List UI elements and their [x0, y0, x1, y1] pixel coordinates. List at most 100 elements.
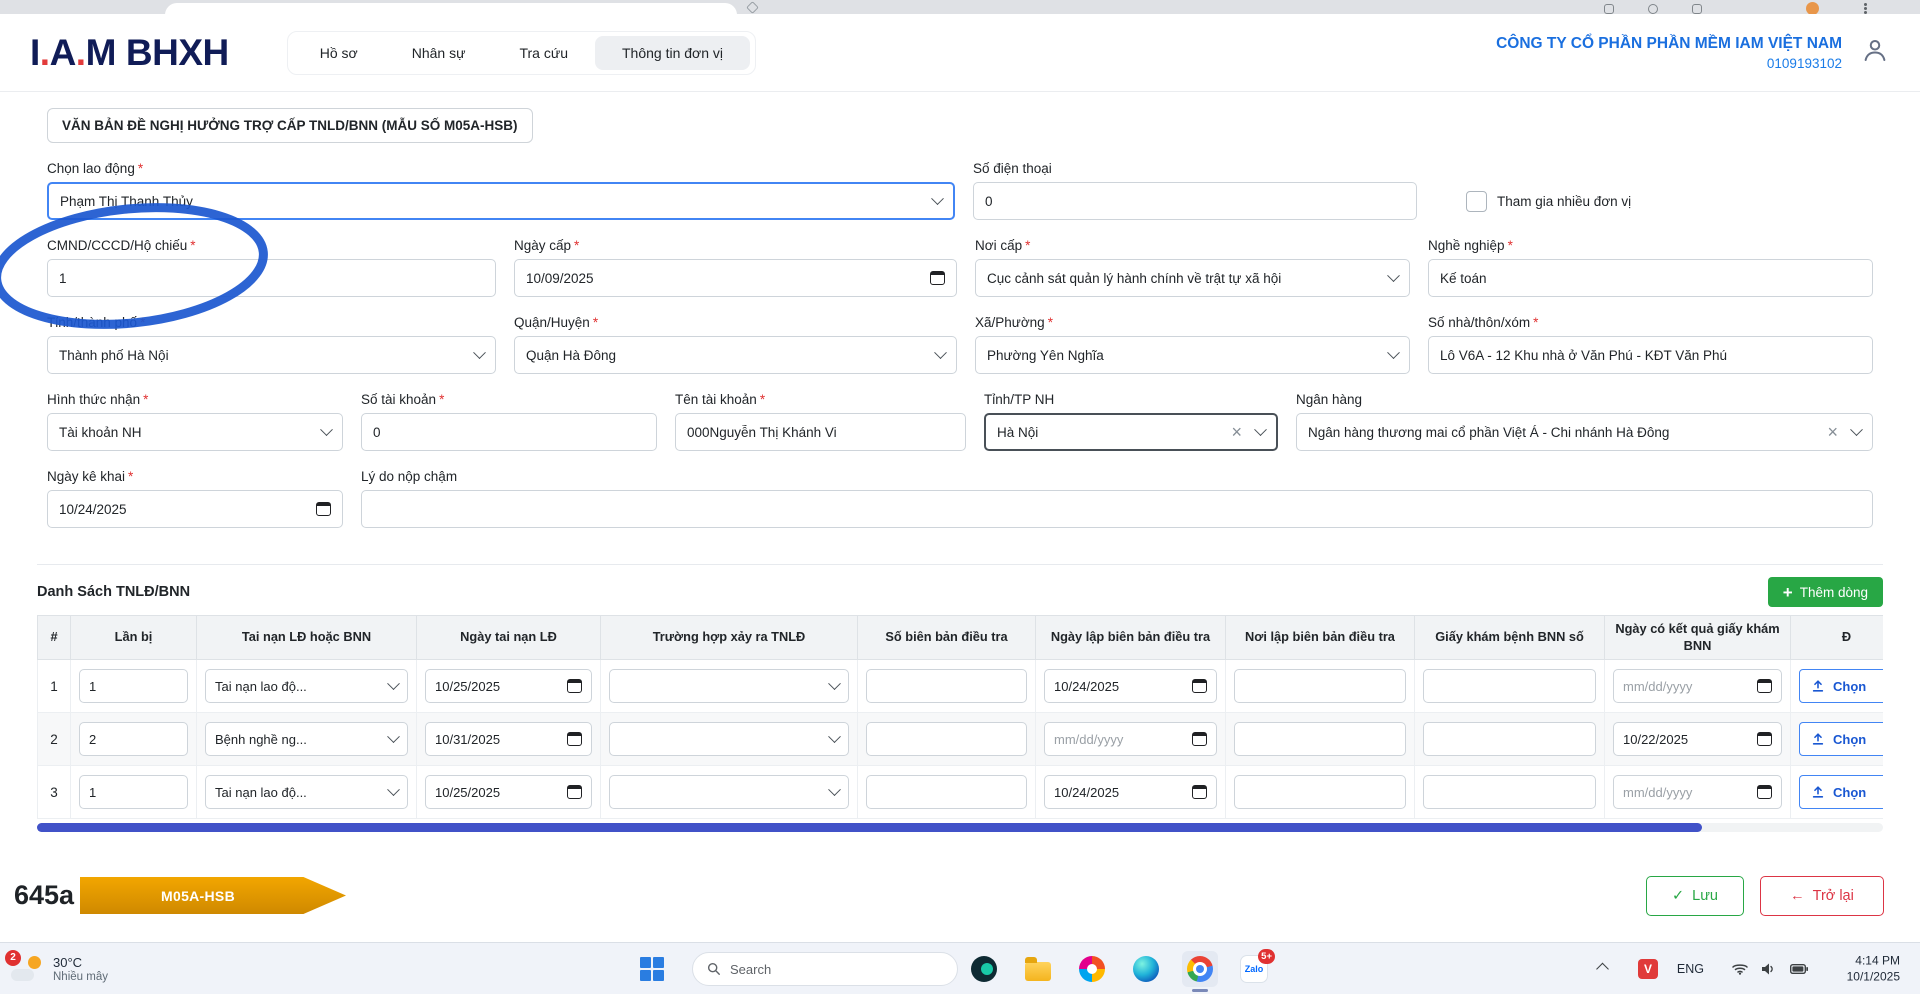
- calendar-icon[interactable]: [1757, 679, 1772, 694]
- app-icon-teal[interactable]: [966, 951, 1002, 987]
- multi-unit-checkbox[interactable]: [1466, 190, 1487, 212]
- browser-menu-icon[interactable]: [1864, 3, 1867, 6]
- report-number-input[interactable]: [866, 722, 1027, 757]
- clear-icon[interactable]: ×: [1827, 423, 1838, 441]
- payment-method-select[interactable]: Tài khoản NH: [47, 413, 343, 451]
- tray-chevron-up-icon[interactable]: [1596, 962, 1609, 976]
- nav-item-tra-cuu[interactable]: Tra cứu: [492, 36, 595, 70]
- choose-file-button[interactable]: Chọn: [1799, 775, 1883, 810]
- accident-type-select[interactable]: Tai nạn lao độ...: [205, 669, 408, 704]
- user-profile-icon[interactable]: [1860, 35, 1890, 70]
- calendar-icon[interactable]: [567, 732, 582, 747]
- calendar-icon[interactable]: [1757, 732, 1772, 747]
- row-index: 1: [50, 678, 58, 694]
- address-input[interactable]: [1428, 336, 1873, 374]
- calendar-icon[interactable]: [1757, 785, 1772, 800]
- browser-sidebar-icon[interactable]: [1692, 4, 1702, 14]
- employee-select[interactable]: Phạm Thị Thanh Thủy: [47, 182, 955, 220]
- accident-date-input[interactable]: 10/25/2025: [425, 669, 592, 704]
- accident-case-select[interactable]: [609, 722, 849, 757]
- calendar-icon[interactable]: [930, 271, 945, 285]
- times-input[interactable]: [79, 722, 188, 757]
- battery-icon[interactable]: [1790, 964, 1808, 974]
- wifi-icon[interactable]: [1732, 963, 1748, 976]
- account-name-input[interactable]: [675, 413, 966, 451]
- scrollbar-thumb[interactable]: [37, 823, 1702, 833]
- accident-case-select[interactable]: [609, 775, 849, 810]
- clear-icon[interactable]: ×: [1231, 423, 1242, 441]
- edge-icon[interactable]: [1128, 951, 1164, 987]
- accident-case-select[interactable]: [609, 669, 849, 704]
- save-button[interactable]: ✓ Lưu: [1646, 876, 1744, 916]
- accident-type-select[interactable]: Tai nạn lao độ...: [205, 775, 408, 810]
- taskbar-search[interactable]: Search: [692, 952, 958, 986]
- phone-input[interactable]: [973, 182, 1417, 220]
- calendar-icon[interactable]: [1192, 785, 1207, 800]
- bank-select[interactable]: Ngân hàng thương mai cổ phần Việt Á - Ch…: [1296, 413, 1873, 451]
- late-reason-input[interactable]: [361, 490, 1873, 528]
- browser-profile-avatar[interactable]: [1806, 2, 1819, 14]
- issue-place-select[interactable]: Cục cảnh sát quản lý hành chính về trật …: [975, 259, 1410, 297]
- photos-icon[interactable]: [1074, 951, 1110, 987]
- accident-type-select[interactable]: Bệnh nghề ng...: [205, 722, 408, 757]
- arrow-left-icon: ←: [1790, 888, 1805, 904]
- start-button-icon[interactable]: [640, 956, 664, 981]
- accident-date-input[interactable]: 10/31/2025: [425, 722, 592, 757]
- extensions-puzzle-icon[interactable]: [1604, 4, 1614, 14]
- exam-paper-input[interactable]: [1423, 722, 1596, 757]
- required-asterisk: *: [143, 392, 149, 407]
- chevron-down-icon: [1850, 422, 1863, 436]
- exam-result-date-input[interactable]: mm/dd/yyyy: [1613, 775, 1782, 810]
- issue-date-input[interactable]: 10/09/2025: [514, 259, 957, 297]
- report-place-input[interactable]: [1234, 775, 1406, 810]
- browser-download-icon[interactable]: [1648, 4, 1658, 14]
- report-date-input[interactable]: 10/24/2025: [1044, 669, 1217, 704]
- times-input[interactable]: [79, 775, 188, 810]
- choose-file-button[interactable]: Chọn: [1799, 669, 1883, 704]
- calendar-icon[interactable]: [567, 679, 582, 694]
- tray-vietkey-icon[interactable]: V: [1638, 959, 1658, 979]
- app-logo[interactable]: I.A.M BHXH: [30, 32, 229, 74]
- choose-file-button[interactable]: Chọn: [1799, 722, 1883, 757]
- report-place-input[interactable]: [1234, 722, 1406, 757]
- nav-item-nhan-su[interactable]: Nhân sự: [385, 36, 493, 70]
- nav-item-ho-so[interactable]: Hồ sơ: [293, 36, 385, 70]
- report-date-input[interactable]: mm/dd/yyyy: [1044, 722, 1217, 757]
- calendar-icon[interactable]: [1192, 732, 1207, 747]
- bookmark-star-icon[interactable]: [746, 1, 759, 14]
- occupation-input[interactable]: [1428, 259, 1873, 297]
- exam-paper-input[interactable]: [1423, 775, 1596, 810]
- accident-date-input[interactable]: 10/25/2025: [425, 775, 592, 810]
- bank-province-select[interactable]: Hà Nội ×: [984, 413, 1278, 451]
- province-select[interactable]: Thành phố Hà Nội: [47, 336, 496, 374]
- report-place-input[interactable]: [1234, 669, 1406, 704]
- calendar-icon[interactable]: [1192, 679, 1207, 694]
- chevron-down-icon: [828, 677, 841, 690]
- report-number-input[interactable]: [866, 669, 1027, 704]
- calendar-icon[interactable]: [316, 502, 331, 516]
- volume-icon[interactable]: [1760, 962, 1776, 976]
- ward-select[interactable]: Phường Yên Nghĩa: [975, 336, 1410, 374]
- nav-item-thong-tin-don-vi[interactable]: Thông tin đơn vị: [594, 35, 750, 70]
- id-number-input[interactable]: [47, 259, 496, 297]
- report-number-input[interactable]: [866, 775, 1027, 810]
- back-button[interactable]: ← Trở lại: [1760, 876, 1884, 916]
- district-select[interactable]: Quận Hà Đông: [514, 336, 957, 374]
- calendar-icon[interactable]: [567, 785, 582, 800]
- weather-widget[interactable]: 2 30°C Nhiều mây: [5, 949, 108, 983]
- report-date-input[interactable]: 10/24/2025: [1044, 775, 1217, 810]
- declaration-date-input[interactable]: 10/24/2025: [47, 490, 343, 528]
- address-bar[interactable]: [165, 3, 737, 14]
- add-row-button[interactable]: + Thêm dòng: [1767, 577, 1883, 607]
- zalo-icon[interactable]: Zalo 5+: [1236, 949, 1275, 987]
- chrome-icon[interactable]: [1182, 951, 1218, 992]
- exam-paper-input[interactable]: [1423, 669, 1596, 704]
- account-number-input[interactable]: [361, 413, 657, 451]
- tray-language[interactable]: ENG: [1677, 962, 1704, 976]
- clock-widget[interactable]: 4:14 PM 10/1/2025: [1847, 953, 1900, 984]
- exam-result-date-input[interactable]: 10/22/2025: [1613, 722, 1782, 757]
- file-explorer-icon[interactable]: [1020, 951, 1056, 987]
- horizontal-scrollbar[interactable]: [37, 823, 1883, 833]
- times-input[interactable]: [79, 669, 188, 704]
- exam-result-date-input[interactable]: mm/dd/yyyy: [1613, 669, 1782, 704]
